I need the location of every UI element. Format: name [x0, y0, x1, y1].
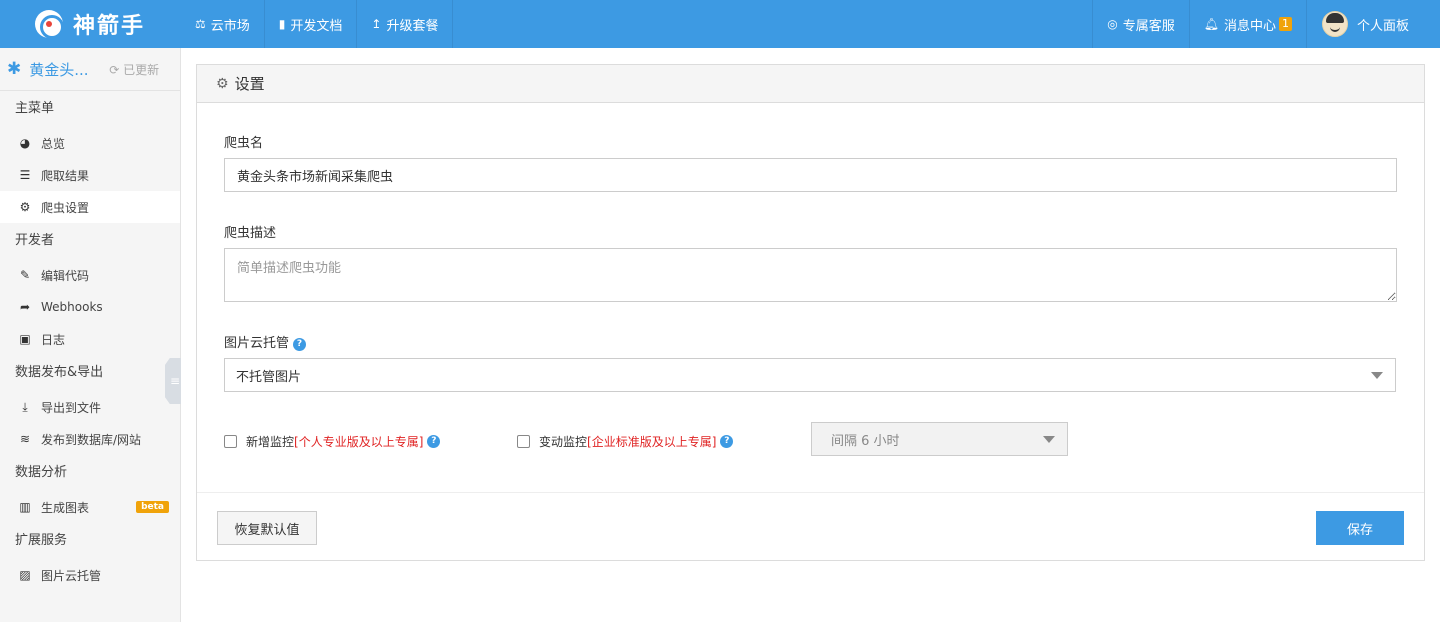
- gear-icon: ⚙: [216, 75, 229, 92]
- interval-selected: 间隔 6 小时: [831, 433, 900, 449]
- section-title-main: 主菜单: [15, 101, 55, 116]
- image-hosting-selected: 不托管图片: [236, 369, 302, 385]
- logo[interactable]: 神箭手: [0, 0, 181, 48]
- panel-footer: 恢复默认值 保存: [197, 492, 1424, 560]
- crawler-desc-label: 爬虫描述: [224, 226, 277, 241]
- sidebar-item-publish-db[interactable]: ≋ 发布到数据库/网站: [0, 423, 180, 455]
- gear-icon: ⚙: [19, 200, 31, 214]
- new-monitor-row: 新增监控 [个人专业版及以上专属]?: [224, 433, 441, 450]
- logo-text: 神箭手: [73, 14, 146, 39]
- crawler-desc-input[interactable]: [224, 248, 1397, 302]
- image-hosting-label-text: 图片云托管: [224, 336, 290, 351]
- user-nav: ◎ 专属客服 🔔︎ 消息中心 1 个人面板: [1092, 0, 1440, 48]
- sidebar: ✱ 黄金头... ⟳ 已更新 主菜单 ◕ 总览 ☰ 爬取结果 ⚙ 爬虫设置 开发…: [0, 48, 181, 622]
- section-title-analysis: 数据分析: [15, 465, 68, 480]
- image-hosting-label: 图片云托管?: [224, 332, 307, 351]
- sidebar-collapse-handle[interactable]: ≡: [165, 358, 181, 404]
- sidebar-item-webhooks[interactable]: ➦ Webhooks: [0, 291, 180, 323]
- sidebar-item-label: Webhooks: [41, 300, 103, 314]
- change-monitor-note: [企业标准版及以上专属]: [587, 435, 717, 449]
- bell-icon: 🔔︎: [1203, 17, 1219, 31]
- edit-icon: ✎: [19, 268, 31, 282]
- dashboard-icon: ◕: [19, 136, 31, 150]
- database-icon: ≋: [19, 432, 31, 446]
- message-count-badge: 1: [1278, 17, 1292, 31]
- qq-icon: ◎: [1107, 17, 1118, 31]
- new-monitor-label: 新增监控: [246, 435, 295, 449]
- sidebar-item-label: 发布到数据库/网站: [41, 432, 142, 447]
- nav-label: 专属客服: [1122, 18, 1175, 34]
- main-nav: ⚖ 云市场 ▮ 开发文档 ↥ 升级套餐: [181, 0, 454, 48]
- sidebar-item-results[interactable]: ☰ 爬取结果: [0, 159, 180, 191]
- settings-panel: ⚙ 设置 爬虫名 爬虫描述 图片云托管? 不托管图片 新增监控[个人专业版及以上…: [196, 64, 1425, 561]
- nav-label: 个人面板: [1356, 18, 1409, 34]
- crawler-header: ✱ 黄金头... ⟳ 已更新: [0, 48, 180, 91]
- target-logo-icon: [35, 10, 64, 39]
- image-icon: ▨: [19, 568, 31, 582]
- nav-dev-docs[interactable]: ▮ 开发文档: [265, 0, 358, 48]
- help-icon[interactable]: ?: [720, 435, 734, 448]
- avatar: [1321, 11, 1348, 37]
- sidebar-item-export-file[interactable]: ⤓ 导出到文件: [0, 391, 180, 423]
- crawler-name-input[interactable]: [224, 158, 1397, 192]
- image-hosting-select[interactable]: 不托管图片: [224, 358, 1396, 392]
- crawler-name-label: 爬虫名: [224, 136, 264, 151]
- sidebar-item-image-hosting[interactable]: ▨ 图片云托管: [0, 559, 180, 591]
- sidebar-item-label: 编辑代码: [41, 268, 90, 283]
- share-icon: ➦: [19, 300, 31, 314]
- sidebar-item-label: 图片云托管: [41, 568, 102, 583]
- updated-label: 已更新: [123, 62, 160, 77]
- help-icon[interactable]: ?: [427, 435, 441, 448]
- nav-cloud-market[interactable]: ⚖ 云市场: [181, 0, 265, 48]
- sidebar-item-overview[interactable]: ◕ 总览: [0, 127, 180, 159]
- download-icon: ⤓: [22, 399, 28, 414]
- upgrade-arrow-icon: ↥: [371, 17, 382, 31]
- panel-header: ⚙ 设置: [197, 65, 1424, 103]
- book-icon: ▮: [278, 17, 286, 31]
- beta-badge: beta: [136, 501, 169, 513]
- nav-messages[interactable]: 🔔︎ 消息中心 1: [1188, 0, 1306, 48]
- new-monitor-note: [个人专业版及以上专属]: [294, 435, 424, 449]
- nav-upgrade[interactable]: ↥ 升级套餐: [357, 0, 454, 48]
- change-monitor-label: 变动监控: [539, 435, 588, 449]
- caret-down-icon: [1371, 372, 1383, 379]
- nav-profile[interactable]: 个人面板: [1305, 0, 1440, 48]
- nav-label: 消息中心: [1223, 18, 1276, 34]
- help-icon[interactable]: ?: [293, 338, 307, 351]
- spider-icon: ✱: [7, 59, 22, 79]
- scale-icon: ⚖: [195, 17, 206, 31]
- reset-defaults-button[interactable]: 恢复默认值: [217, 511, 317, 545]
- sidebar-item-edit-code[interactable]: ✎ 编辑代码: [0, 259, 180, 291]
- panel-title: 设置: [234, 75, 265, 93]
- nav-label: 云市场: [210, 18, 250, 34]
- sidebar-item-label: 生成图表: [41, 500, 90, 515]
- nav-label: 升级套餐: [386, 18, 439, 34]
- interval-select[interactable]: 间隔 6 小时: [811, 422, 1068, 456]
- change-monitor-row: 变动监控 [企业标准版及以上专属]?: [517, 433, 734, 450]
- sidebar-item-label: 导出到文件: [41, 400, 102, 415]
- new-monitor-checkbox[interactable]: [224, 435, 237, 448]
- menu-lines-icon: ≡: [169, 374, 181, 388]
- section-title-developer: 开发者: [15, 233, 55, 248]
- save-button[interactable]: 保存: [1316, 511, 1404, 545]
- sidebar-item-logs[interactable]: ▣ 日志: [0, 323, 180, 355]
- sidebar-item-label: 总览: [41, 136, 66, 151]
- top-bar: 神箭手 ⚖ 云市场 ▮ 开发文档 ↥ 升级套餐 ◎ 专属客服 🔔︎ 消息中心 1…: [0, 0, 1440, 48]
- sidebar-item-settings[interactable]: ⚙ 爬虫设置: [0, 191, 180, 223]
- nav-support[interactable]: ◎ 专属客服: [1092, 0, 1189, 48]
- sidebar-item-label: 爬虫设置: [41, 200, 90, 215]
- sidebar-item-charts[interactable]: ▥ 生成图表 beta: [0, 491, 180, 523]
- change-monitor-checkbox[interactable]: [517, 435, 530, 448]
- updated-status: ⟳ 已更新: [109, 62, 160, 77]
- calendar-icon: ▣: [19, 332, 31, 346]
- list-icon: ☰: [19, 168, 31, 182]
- nav-label: 开发文档: [290, 18, 343, 34]
- caret-down-icon: [1043, 436, 1055, 443]
- section-title-extensions: 扩展服务: [15, 533, 68, 548]
- section-title-export: 数据发布&导出: [15, 365, 104, 380]
- sidebar-item-label: 爬取结果: [41, 168, 90, 183]
- sidebar-item-label: 日志: [41, 332, 66, 347]
- bar-chart-icon: ▥: [19, 500, 31, 514]
- crawler-name[interactable]: 黄金头...: [29, 59, 103, 80]
